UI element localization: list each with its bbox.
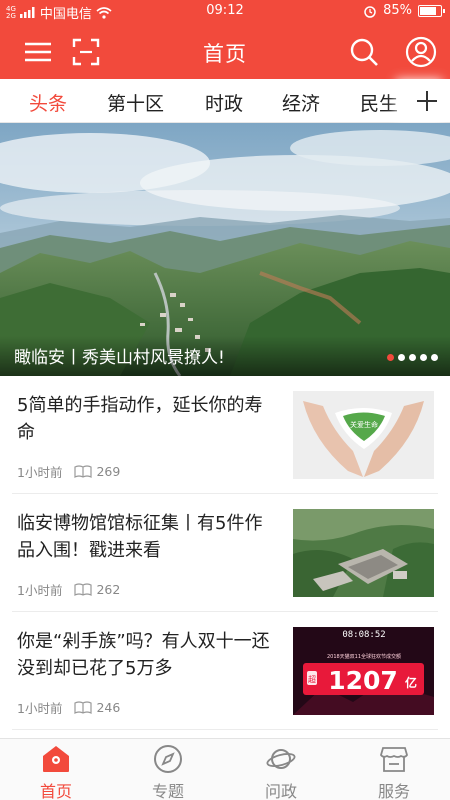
nav-home-label: 首页 [39, 782, 72, 800]
tab-livelihood[interactable]: 民生 [360, 89, 398, 116]
news-title[interactable]: 5简单的手指动作，延长你的寿命 [17, 392, 277, 446]
news-thumbnail[interactable]: 08:08:52 2018天猫双11全球狂欢节成交额 超 1207 亿 [293, 627, 434, 715]
thumb-timer: 08:08:52 [342, 630, 385, 640]
tab-politics[interactable]: 时政 [205, 89, 243, 116]
banner-caption[interactable]: 瞰临安丨秀美山村风景撩人! [14, 343, 225, 368]
nav-services[interactable]: 服务 [338, 739, 450, 800]
carousel-dot[interactable] [420, 354, 427, 361]
nav-home[interactable]: 首页 [0, 739, 112, 800]
app-bar: 首页 [0, 24, 450, 79]
carousel-dot[interactable] [409, 354, 416, 361]
plus-icon [417, 90, 437, 111]
carousel-dot[interactable] [398, 354, 405, 361]
store-icon [380, 747, 408, 772]
museum-aerial-image [293, 509, 434, 597]
home-icon [43, 746, 69, 772]
planet-icon [266, 749, 296, 769]
news-meta: 1小时前 262 [17, 580, 120, 599]
alarm-icon [364, 5, 376, 18]
nav-services-label: 服务 [377, 782, 410, 800]
battery-icon [418, 4, 445, 17]
tab-headlines[interactable]: 头条 [29, 89, 67, 116]
news-thumbnail[interactable] [293, 509, 434, 597]
tab-district-ten[interactable]: 第十区 [107, 89, 164, 116]
banner-carousel[interactable]: 瞰临安丨秀美山村风景撩人! [0, 123, 450, 376]
bottom-navigation: 首页 专题 问政 服务 [0, 738, 450, 800]
news-read-count: 262 [96, 582, 121, 597]
battery-percent: 85% [383, 3, 412, 18]
news-time: 1小时前 [17, 583, 63, 598]
news-item[interactable]: 你是“剁手族”吗？有人双十一还没到却已花了5万多 1小时前 246 08:08:… [0, 612, 450, 730]
sales-screen-image: 08:08:52 2018天猫双11全球狂欢节成交额 超 1207 亿 [293, 627, 434, 715]
news-time: 1小时前 [17, 465, 63, 480]
book-icon [74, 583, 93, 596]
news-time: 1小时前 [17, 701, 63, 716]
news-item[interactable]: 5简单的手指动作，延长你的寿命 1小时前 269 关爱生命 [0, 376, 450, 494]
carousel-dot[interactable] [431, 354, 438, 361]
status-bar: 4G 2G 中国电信 09:12 85% [0, 0, 450, 24]
search-icon[interactable] [348, 36, 380, 68]
battery-fill [420, 6, 436, 15]
news-meta: 1小时前 246 [17, 698, 120, 717]
hands-heart-image: 关爱生命 [293, 391, 434, 479]
book-icon [74, 465, 93, 478]
news-title[interactable]: 你是“剁手族”吗？有人双十一还没到却已花了5万多 [17, 628, 277, 682]
add-tab-button[interactable] [404, 79, 450, 122]
category-tabs: 头条 第十区 时政 经济 民生 [0, 79, 450, 123]
thumb-amount: 1207 [328, 666, 398, 695]
book-icon [74, 701, 93, 714]
status-right: 85% [363, 3, 445, 18]
news-reads: 262 [74, 582, 120, 597]
thumb-subtitle: 2018天猫双11全球狂欢节成交额 [327, 653, 401, 660]
news-divider [12, 729, 438, 730]
carousel-dot[interactable] [387, 354, 394, 361]
news-meta: 1小时前 269 [17, 462, 120, 481]
thumb-badge: 超 [308, 674, 316, 684]
nav-topics-label: 专题 [151, 782, 184, 800]
carousel-indicator [387, 354, 438, 361]
thumb-unit: 亿 [405, 675, 417, 690]
news-item[interactable]: 临安博物馆馆标征集丨有5件作品入围！戳进来看 1小时前 262 [0, 494, 450, 612]
nav-inquiry-label: 问政 [264, 782, 297, 800]
nav-inquiry[interactable]: 问政 [225, 739, 337, 800]
news-thumbnail[interactable]: 关爱生命 [293, 391, 434, 479]
nav-topics[interactable]: 专题 [112, 739, 224, 800]
card-text: 关爱生命 [350, 420, 378, 429]
news-read-count: 246 [96, 700, 121, 715]
profile-icon[interactable] [405, 36, 437, 68]
news-reads: 246 [74, 700, 120, 715]
page-title: 首页 [203, 42, 247, 66]
compass-icon [154, 745, 182, 773]
news-reads: 269 [74, 464, 120, 479]
tab-economy[interactable]: 经济 [282, 89, 320, 116]
news-read-count: 269 [96, 464, 121, 479]
news-title[interactable]: 临安博物馆馆标征集丨有5件作品入围！戳进来看 [17, 510, 277, 564]
